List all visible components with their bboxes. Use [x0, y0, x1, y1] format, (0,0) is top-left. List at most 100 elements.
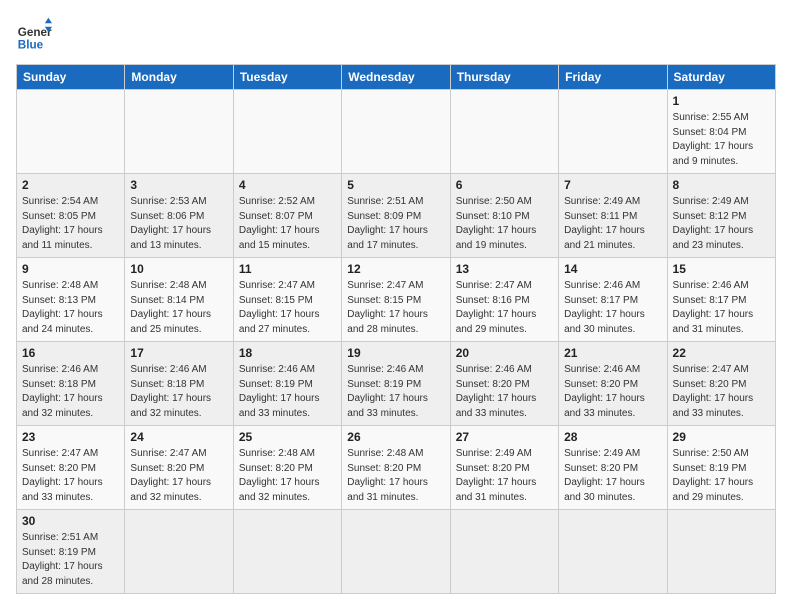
day-info: Sunrise: 2:46 AM Sunset: 8:19 PM Dayligh…	[347, 363, 444, 421]
weekday-header-thursday: Thursday	[450, 65, 558, 90]
calendar-day-cell	[559, 90, 667, 174]
day-number: 27	[456, 430, 553, 444]
calendar-week-row: 16Sunrise: 2:46 AM Sunset: 8:18 PM Dayli…	[17, 342, 776, 426]
day-number: 3	[130, 178, 227, 192]
day-number: 28	[564, 430, 661, 444]
day-info: Sunrise: 2:50 AM Sunset: 8:10 PM Dayligh…	[456, 195, 553, 253]
day-number: 7	[564, 178, 661, 192]
day-info: Sunrise: 2:51 AM Sunset: 8:19 PM Dayligh…	[22, 531, 119, 589]
day-number: 5	[347, 178, 444, 192]
day-info: Sunrise: 2:47 AM Sunset: 8:16 PM Dayligh…	[456, 279, 553, 337]
calendar-day-cell: 4Sunrise: 2:52 AM Sunset: 8:07 PM Daylig…	[233, 174, 341, 258]
day-info: Sunrise: 2:48 AM Sunset: 8:20 PM Dayligh…	[239, 447, 336, 505]
day-info: Sunrise: 2:47 AM Sunset: 8:15 PM Dayligh…	[239, 279, 336, 337]
day-number: 9	[22, 262, 119, 276]
calendar-week-row: 30Sunrise: 2:51 AM Sunset: 8:19 PM Dayli…	[17, 510, 776, 594]
day-info: Sunrise: 2:46 AM Sunset: 8:18 PM Dayligh…	[22, 363, 119, 421]
calendar-day-cell: 19 Sunrise: 2:46 AM Sunset: 8:19 PM Dayli…	[342, 342, 450, 426]
day-number: 24	[130, 430, 227, 444]
calendar-day-cell: 23 Sunrise: 2:47 AM Sunset: 8:20 PM Dayli…	[17, 426, 125, 510]
day-info: Sunrise: 2:47 AM Sunset: 8:20 PM Dayligh…	[130, 447, 227, 505]
day-number: 20	[456, 346, 553, 360]
day-info: Sunrise: 2:47 AM Sunset: 8:20 PM Dayligh…	[673, 363, 770, 421]
day-info: Sunrise: 2:49 AM Sunset: 8:12 PM Dayligh…	[673, 195, 770, 253]
calendar-day-cell: 6 Sunrise: 2:50 AM Sunset: 8:10 PM Daylig…	[450, 174, 558, 258]
day-info: Sunrise: 2:55 AM Sunset: 8:04 PM Dayligh…	[673, 111, 770, 169]
logo: General Blue	[16, 16, 52, 52]
calendar-day-cell	[233, 90, 341, 174]
day-number: 29	[673, 430, 770, 444]
calendar-day-cell: 16Sunrise: 2:46 AM Sunset: 8:18 PM Dayli…	[17, 342, 125, 426]
calendar-day-cell: 7 Sunrise: 2:49 AM Sunset: 8:11 PM Daylig…	[559, 174, 667, 258]
calendar-day-cell: 3 Sunrise: 2:53 AM Sunset: 8:06 PM Daylig…	[125, 174, 233, 258]
calendar-day-cell: 20 Sunrise: 2:46 AM Sunset: 8:20 PM Dayli…	[450, 342, 558, 426]
day-info: Sunrise: 2:46 AM Sunset: 8:20 PM Dayligh…	[456, 363, 553, 421]
calendar-day-cell: 27 Sunrise: 2:49 AM Sunset: 8:20 PM Dayli…	[450, 426, 558, 510]
calendar-day-cell: 28 Sunrise: 2:49 AM Sunset: 8:20 PM Dayli…	[559, 426, 667, 510]
calendar-day-cell: 2Sunrise: 2:54 AM Sunset: 8:05 PM Daylig…	[17, 174, 125, 258]
calendar-day-cell	[125, 510, 233, 594]
calendar-day-cell	[667, 510, 775, 594]
weekday-header-tuesday: Tuesday	[233, 65, 341, 90]
calendar-day-cell: 18Sunrise: 2:46 AM Sunset: 8:19 PM Dayli…	[233, 342, 341, 426]
day-number: 6	[456, 178, 553, 192]
calendar-day-cell	[125, 90, 233, 174]
day-info: Sunrise: 2:52 AM Sunset: 8:07 PM Dayligh…	[239, 195, 336, 253]
day-info: Sunrise: 2:46 AM Sunset: 8:19 PM Dayligh…	[239, 363, 336, 421]
day-info: Sunrise: 2:47 AM Sunset: 8:15 PM Dayligh…	[347, 279, 444, 337]
logo-icon: General Blue	[16, 16, 52, 52]
day-number: 19	[347, 346, 444, 360]
calendar-week-row: 9Sunrise: 2:48 AM Sunset: 8:13 PM Daylig…	[17, 258, 776, 342]
calendar-day-cell: 8 Sunrise: 2:49 AM Sunset: 8:12 PM Daylig…	[667, 174, 775, 258]
day-number: 26	[347, 430, 444, 444]
day-info: Sunrise: 2:46 AM Sunset: 8:20 PM Dayligh…	[564, 363, 661, 421]
calendar-day-cell: 10Sunrise: 2:48 AM Sunset: 8:14 PM Dayli…	[125, 258, 233, 342]
calendar-day-cell: 12 Sunrise: 2:47 AM Sunset: 8:15 PM Dayli…	[342, 258, 450, 342]
day-info: Sunrise: 2:46 AM Sunset: 8:17 PM Dayligh…	[673, 279, 770, 337]
day-info: Sunrise: 2:46 AM Sunset: 8:17 PM Dayligh…	[564, 279, 661, 337]
calendar-day-cell	[559, 510, 667, 594]
calendar-day-cell: 30Sunrise: 2:51 AM Sunset: 8:19 PM Dayli…	[17, 510, 125, 594]
calendar-day-cell: 29Sunrise: 2:50 AM Sunset: 8:19 PM Dayli…	[667, 426, 775, 510]
calendar-day-cell: 17Sunrise: 2:46 AM Sunset: 8:18 PM Dayli…	[125, 342, 233, 426]
weekday-header-sunday: Sunday	[17, 65, 125, 90]
day-info: Sunrise: 2:48 AM Sunset: 8:20 PM Dayligh…	[347, 447, 444, 505]
day-info: Sunrise: 2:51 AM Sunset: 8:09 PM Dayligh…	[347, 195, 444, 253]
calendar-day-cell: 26 Sunrise: 2:48 AM Sunset: 8:20 PM Dayli…	[342, 426, 450, 510]
calendar-day-cell	[233, 510, 341, 594]
weekday-header-monday: Monday	[125, 65, 233, 90]
day-number: 10	[130, 262, 227, 276]
day-info: Sunrise: 2:49 AM Sunset: 8:20 PM Dayligh…	[564, 447, 661, 505]
calendar-day-cell	[342, 90, 450, 174]
day-number: 17	[130, 346, 227, 360]
day-number: 14	[564, 262, 661, 276]
day-number: 11	[239, 262, 336, 276]
day-info: Sunrise: 2:53 AM Sunset: 8:06 PM Dayligh…	[130, 195, 227, 253]
day-number: 23	[22, 430, 119, 444]
calendar-day-cell	[342, 510, 450, 594]
day-info: Sunrise: 2:49 AM Sunset: 8:11 PM Dayligh…	[564, 195, 661, 253]
day-number: 1	[673, 94, 770, 108]
calendar-day-cell: 5 Sunrise: 2:51 AM Sunset: 8:09 PM Daylig…	[342, 174, 450, 258]
calendar-day-cell	[450, 510, 558, 594]
calendar-day-cell: 13Sunrise: 2:47 AM Sunset: 8:16 PM Dayli…	[450, 258, 558, 342]
day-info: Sunrise: 2:49 AM Sunset: 8:20 PM Dayligh…	[456, 447, 553, 505]
calendar-table: SundayMondayTuesdayWednesdayThursdayFrid…	[16, 64, 776, 594]
day-number: 8	[673, 178, 770, 192]
calendar-week-row: 2Sunrise: 2:54 AM Sunset: 8:05 PM Daylig…	[17, 174, 776, 258]
day-number: 21	[564, 346, 661, 360]
day-info: Sunrise: 2:47 AM Sunset: 8:20 PM Dayligh…	[22, 447, 119, 505]
calendar-day-cell: 9Sunrise: 2:48 AM Sunset: 8:13 PM Daylig…	[17, 258, 125, 342]
page-header: General Blue	[16, 16, 776, 52]
day-number: 15	[673, 262, 770, 276]
calendar-header: SundayMondayTuesdayWednesdayThursdayFrid…	[17, 65, 776, 90]
calendar-week-row: 1 Sunrise: 2:55 AM Sunset: 8:04 PM Daylig…	[17, 90, 776, 174]
day-number: 25	[239, 430, 336, 444]
day-number: 2	[22, 178, 119, 192]
calendar-week-row: 23 Sunrise: 2:47 AM Sunset: 8:20 PM Dayli…	[17, 426, 776, 510]
day-number: 12	[347, 262, 444, 276]
calendar-day-cell: 14 Sunrise: 2:46 AM Sunset: 8:17 PM Dayli…	[559, 258, 667, 342]
calendar-day-cell: 24 Sunrise: 2:47 AM Sunset: 8:20 PM Dayli…	[125, 426, 233, 510]
weekday-header-friday: Friday	[559, 65, 667, 90]
calendar-day-cell: 22Sunrise: 2:47 AM Sunset: 8:20 PM Dayli…	[667, 342, 775, 426]
